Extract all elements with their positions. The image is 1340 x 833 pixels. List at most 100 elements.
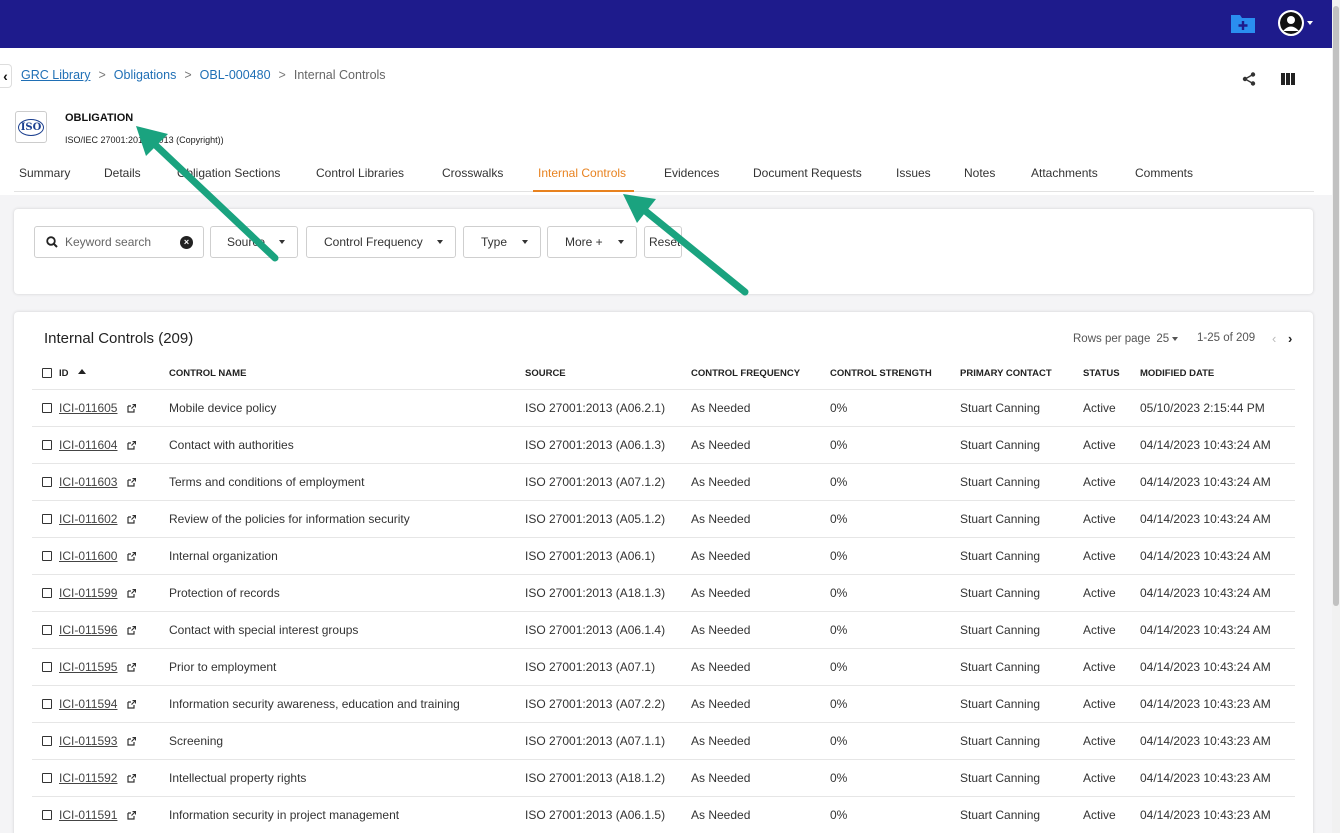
control-id-link[interactable]: ICI-011599 [59, 586, 117, 600]
tab-evidences[interactable]: Evidences [664, 166, 719, 180]
table-row[interactable]: ICI-011602 Review of the policies for inf… [32, 501, 1295, 538]
tab-internal-controls[interactable]: Internal Controls [538, 166, 626, 180]
breadcrumb-obligation-id[interactable]: OBL-000480 [200, 68, 271, 82]
table-row[interactable]: ICI-011605 Mobile device policy ISO 27001:… [32, 390, 1295, 427]
external-link-icon[interactable] [127, 404, 136, 413]
row-checkbox[interactable] [42, 403, 52, 413]
row-checkbox[interactable] [42, 810, 52, 820]
tab-details[interactable]: Details [104, 166, 141, 180]
row-checkbox[interactable] [42, 699, 52, 709]
column-header-source[interactable]: SOURCE [525, 368, 566, 379]
external-link-icon[interactable] [127, 441, 136, 450]
scrollbar-thumb[interactable] [1333, 6, 1339, 606]
tab-issues[interactable]: Issues [896, 166, 931, 180]
row-checkbox[interactable] [42, 588, 52, 598]
row-checkbox[interactable] [42, 662, 52, 672]
table-row[interactable]: ICI-011604 Contact with authorities ISO 27… [32, 427, 1295, 464]
external-link-icon[interactable] [127, 478, 136, 487]
clear-icon[interactable]: × [180, 236, 193, 249]
row-checkbox[interactable] [42, 551, 52, 561]
previous-page-icon[interactable]: ‹ [1272, 331, 1276, 346]
control-name-cell: Mobile device policy [169, 401, 277, 415]
next-page-icon[interactable]: › [1288, 331, 1292, 346]
tab-obligation-sections[interactable]: Obligation Sections [177, 166, 280, 180]
control-id-link[interactable]: ICI-011600 [59, 549, 117, 563]
external-link-icon[interactable] [127, 737, 136, 746]
column-header-control-frequency[interactable]: CONTROL FREQUENCY [691, 368, 800, 379]
row-checkbox[interactable] [42, 625, 52, 635]
breadcrumb-grc-library[interactable]: GRC Library [21, 68, 90, 82]
pagination-range: 1-25 of 209 [1197, 332, 1256, 344]
table-row[interactable]: ICI-011603 Terms and conditions of employ… [32, 464, 1295, 501]
control-id-link[interactable]: ICI-011596 [59, 623, 117, 637]
row-checkbox[interactable] [42, 773, 52, 783]
control-frequency-cell: As Needed [691, 401, 751, 415]
tab-control-libraries[interactable]: Control Libraries [316, 166, 404, 180]
select-all-checkbox[interactable] [42, 368, 52, 378]
table-row[interactable]: ICI-011599 Protection of records ISO 27001… [32, 575, 1295, 612]
column-header-modified-date[interactable]: MODIFIED DATE [1140, 368, 1214, 379]
column-header-control-strength[interactable]: CONTROL STRENGTH [830, 368, 932, 379]
user-avatar-icon[interactable] [1278, 10, 1304, 36]
rows-per-page-select[interactable]: 25 [1156, 333, 1179, 345]
column-header-control-name[interactable]: CONTROL NAME [169, 368, 246, 379]
user-menu[interactable] [1278, 10, 1313, 36]
control-id-link[interactable]: ICI-011605 [59, 401, 117, 415]
external-link-icon[interactable] [127, 589, 136, 598]
more-filters[interactable]: More + [547, 226, 637, 258]
breadcrumb-obligations[interactable]: Obligations [114, 68, 177, 82]
control-id-link[interactable]: ICI-011594 [59, 697, 117, 711]
external-link-icon[interactable] [127, 774, 136, 783]
columns-icon[interactable] [1281, 73, 1295, 85]
control-id-link[interactable]: ICI-011592 [59, 771, 117, 785]
control-id-link[interactable]: ICI-011593 [59, 734, 117, 748]
control-id-link[interactable]: ICI-011604 [59, 438, 117, 452]
row-checkbox[interactable] [42, 440, 52, 450]
column-header-primary-contact[interactable]: PRIMARY CONTACT [960, 368, 1052, 379]
sort-ascending-icon[interactable] [78, 369, 86, 374]
search-input[interactable]: Keyword search × [34, 226, 204, 258]
breadcrumb-separator: > [278, 68, 286, 82]
share-icon[interactable] [1242, 72, 1256, 86]
external-link-icon[interactable] [127, 626, 136, 635]
back-button[interactable]: ‹ [0, 64, 12, 88]
status-cell: Active [1083, 438, 1116, 452]
tab-attachments[interactable]: Attachments [1031, 166, 1098, 180]
table-row[interactable]: ICI-011593 Screening ISO 27001:2013 (A07.1… [32, 723, 1295, 760]
chevron-down-icon[interactable] [1307, 21, 1313, 25]
tab-comments[interactable]: Comments [1135, 166, 1193, 180]
source-cell: ISO 27001:2013 (A06.2.1) [525, 401, 666, 415]
control-id-link[interactable]: ICI-011602 [59, 512, 117, 526]
reset-button[interactable]: Reset [644, 226, 682, 258]
table-row[interactable]: ICI-011592 Intellectual property rights IS… [32, 760, 1295, 797]
source-cell: ISO 27001:2013 (A07.1) [525, 660, 656, 674]
table-row[interactable]: ICI-011600 Internal organization ISO 27001… [32, 538, 1295, 575]
control-id-link[interactable]: ICI-011595 [59, 660, 117, 674]
row-checkbox[interactable] [42, 514, 52, 524]
row-checkbox[interactable] [42, 736, 52, 746]
control-id-link[interactable]: ICI-011603 [59, 475, 117, 489]
table-row[interactable]: ICI-011596 Contact with special interest … [32, 612, 1295, 649]
external-link-icon[interactable] [127, 515, 136, 524]
control-frequency-cell: As Needed [691, 586, 751, 600]
type-filter[interactable]: Type [463, 226, 541, 258]
table-row[interactable]: ICI-011591 Information security in projec… [32, 797, 1295, 833]
folder-plus-icon[interactable] [1230, 12, 1256, 34]
external-link-icon[interactable] [127, 700, 136, 709]
row-checkbox[interactable] [42, 477, 52, 487]
external-link-icon[interactable] [127, 663, 136, 672]
column-header-id[interactable]: ID [59, 368, 69, 379]
control-frequency-filter[interactable]: Control Frequency [306, 226, 456, 258]
external-link-icon[interactable] [127, 811, 136, 820]
column-header-status[interactable]: STATUS [1083, 368, 1120, 379]
tab-notes[interactable]: Notes [964, 166, 995, 180]
external-link-icon[interactable] [127, 552, 136, 561]
tab-crosswalks[interactable]: Crosswalks [442, 166, 503, 180]
control-id-link[interactable]: ICI-011591 [59, 808, 117, 822]
table-row[interactable]: ICI-011594 Information security awareness… [32, 686, 1295, 723]
table-row[interactable]: ICI-011595 Prior to employment ISO 27001:2… [32, 649, 1295, 686]
tab-document-requests[interactable]: Document Requests [753, 166, 862, 180]
source-filter[interactable]: Source [210, 226, 298, 258]
page-scrollbar[interactable] [1332, 0, 1340, 833]
tab-summary[interactable]: Summary [19, 166, 70, 180]
